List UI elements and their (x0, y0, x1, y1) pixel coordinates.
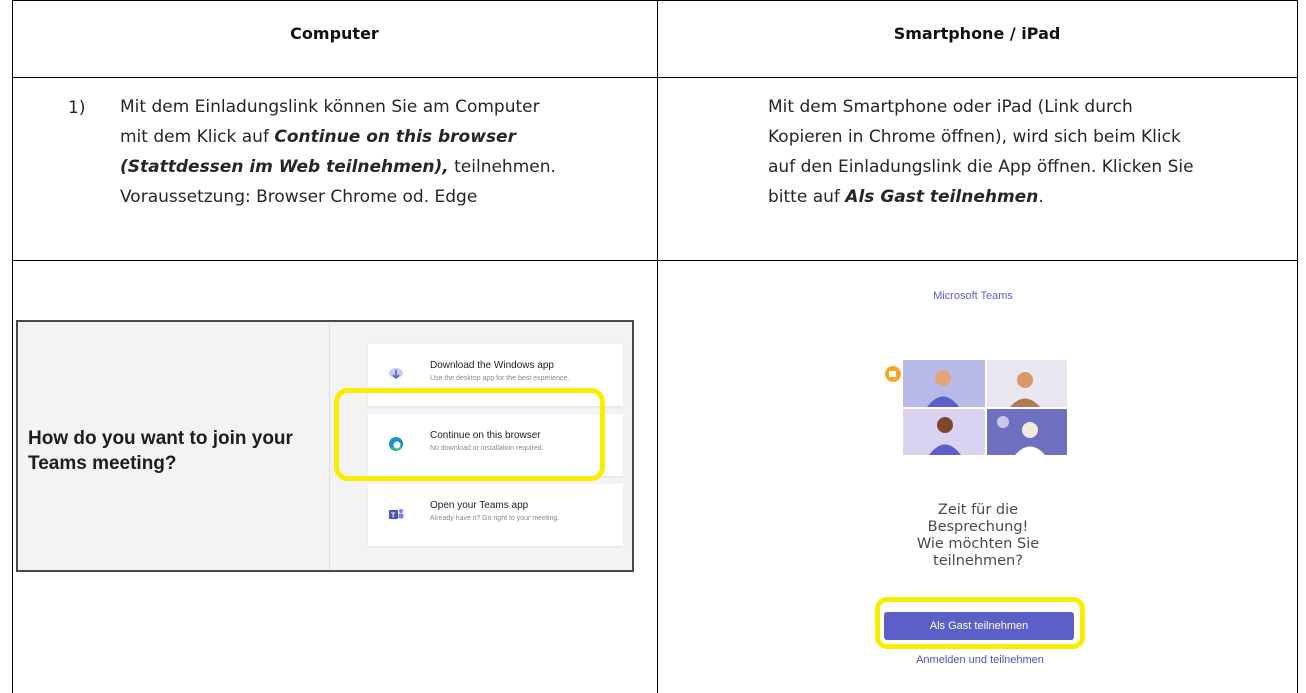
web-join-emphasis: (Stattdessen im Web teilnehmen), (120, 157, 449, 177)
prompt-line-2: Besprechung! (927, 519, 1029, 535)
left-line-4: Voraussetzung: Browser Chrome od. Edge (120, 187, 478, 207)
download-icon (388, 366, 404, 382)
right-line-4: bitte auf Als Gast teilnehmen. (768, 182, 1293, 212)
left-line-3: (Stattdessen im Web teilnehmen), teilneh… (120, 152, 650, 182)
continue-browser-emphasis: Continue on this browser (274, 127, 516, 147)
screenshot-divider (329, 322, 330, 570)
table-border-top (12, 0, 1298, 1)
right-instruction-text: Mit dem Smartphone oder iPad (Link durch… (768, 92, 1293, 212)
table-row-divider-1 (12, 77, 1298, 78)
option-subtitle: Use the desktop app for the best experie… (430, 375, 570, 382)
option-title: Open your Teams app (430, 500, 529, 511)
left-line-2-prefix: mit dem Klick auf (120, 127, 275, 147)
option-open-teams-app[interactable]: T Open your Teams app Already have it? G… (368, 484, 623, 546)
header-computer: Computer (290, 24, 379, 43)
left-instruction-text: Mit dem Einladungslink können Sie am Com… (120, 92, 650, 212)
left-line-2: mit dem Klick auf Continue on this brows… (120, 122, 650, 152)
teams-icon: T (388, 506, 404, 522)
table-row-divider-2 (12, 260, 1298, 261)
right-line-1: Mit dem Smartphone oder iPad (Link durch (768, 97, 1133, 117)
highlight-continue-browser (334, 388, 605, 481)
step-number: 1) (68, 98, 86, 118)
table-border-left (12, 0, 13, 693)
microsoft-teams-label: Microsoft Teams (933, 290, 1013, 302)
teams-meeting-illustration (885, 360, 1070, 455)
prompt-line-1: Zeit für die (937, 502, 1019, 518)
join-prompt: Zeit für die Besprechung! Wie möchten Si… (878, 502, 1078, 570)
right-line-4-prefix: bitte auf (768, 187, 846, 207)
left-line-1: Mit dem Einladungslink können Sie am Com… (120, 97, 540, 117)
header-smartphone: Smartphone / iPad (893, 24, 1061, 43)
right-line-4-suffix: . (1038, 187, 1044, 207)
option-title: Download the Windows app (430, 360, 554, 371)
signin-and-join-link[interactable]: Anmelden und teilnehmen (870, 654, 1090, 666)
svg-text:T: T (391, 513, 396, 520)
join-question: How do you want to join your Teams meeti… (28, 428, 293, 474)
prompt-line-3: Wie möchten Sie (916, 536, 1040, 552)
option-subtitle: Already have it? Go right to your meetin… (430, 515, 560, 522)
guest-join-emphasis: Als Gast teilnehmen (845, 187, 1039, 207)
right-line-3: auf den Einladungslink die App öffnen. K… (768, 157, 1194, 177)
table-border-right (1297, 0, 1298, 693)
table-border-middle (657, 0, 658, 693)
left-line-3-suffix: teilnehmen. (448, 157, 556, 177)
prompt-line-4: teilnehmen? (933, 553, 1023, 569)
right-line-2: Kopieren in Chrome öffnen), wird sich be… (768, 127, 1181, 147)
highlight-guest-button (875, 597, 1085, 649)
